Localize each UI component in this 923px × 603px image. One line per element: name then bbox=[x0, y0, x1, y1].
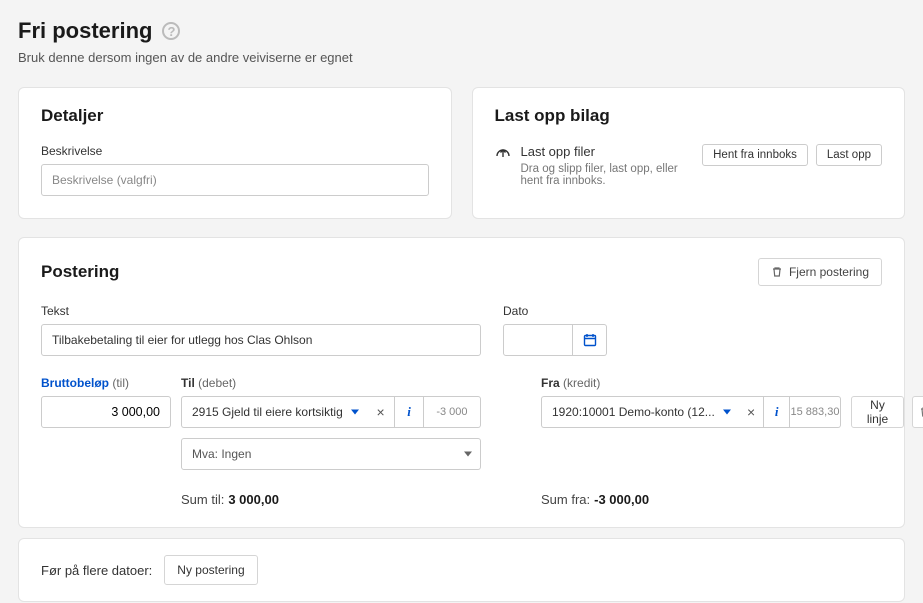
mva-select[interactable]: Mva: Ingen bbox=[181, 438, 481, 470]
til-label: Til (debet) bbox=[181, 376, 481, 390]
mva-value: Mva: Ingen bbox=[192, 447, 251, 461]
details-title: Detaljer bbox=[41, 106, 429, 126]
calendar-icon bbox=[583, 333, 597, 347]
posting-card: Postering Fjern postering Tekst Dato bbox=[18, 237, 905, 528]
til-account-combo[interactable]: 2915 Gjeld til eiere kortsiktig × i -3 0… bbox=[181, 396, 481, 428]
til-balance: -3 000 bbox=[424, 396, 481, 428]
new-line-button[interactable]: Ny linje bbox=[851, 396, 904, 428]
chevron-down-icon bbox=[351, 410, 359, 415]
upload-action-title: Last opp filer bbox=[521, 144, 691, 159]
fra-info-button[interactable]: i bbox=[764, 396, 790, 428]
til-account-value: 2915 Gjeld til eiere kortsiktig bbox=[192, 405, 343, 419]
fetch-inbox-button[interactable]: Hent fra innboks bbox=[702, 144, 808, 166]
tekst-label: Tekst bbox=[41, 304, 481, 318]
datepicker-button[interactable] bbox=[573, 324, 607, 356]
page-title-text: Fri postering bbox=[18, 18, 152, 44]
posting-title: Postering bbox=[41, 262, 119, 282]
upload-action-sub: Dra og slipp filer, last opp, eller hent… bbox=[521, 163, 691, 187]
footer-label: Før på flere datoer: bbox=[41, 563, 152, 578]
til-info-button[interactable]: i bbox=[395, 396, 424, 428]
new-posting-button[interactable]: Ny postering bbox=[164, 555, 257, 585]
til-clear-button[interactable]: × bbox=[367, 396, 396, 428]
fra-clear-button[interactable]: × bbox=[739, 396, 765, 428]
dato-input[interactable] bbox=[503, 324, 573, 356]
sum-til-label: Sum til: bbox=[181, 492, 224, 507]
upload-icon bbox=[495, 146, 511, 162]
details-card: Detaljer Beskrivelse bbox=[18, 87, 452, 219]
remove-posting-label: Fjern postering bbox=[789, 265, 869, 279]
trash-icon bbox=[919, 406, 923, 418]
page-title: Fri postering ? bbox=[18, 18, 905, 44]
dato-label: Dato bbox=[503, 304, 882, 318]
chevron-down-icon bbox=[723, 410, 731, 415]
sum-fra-value: -3 000,00 bbox=[594, 492, 649, 507]
fra-account-value: 1920:10001 Demo-konto (12... bbox=[552, 405, 715, 419]
bruttobelop-label[interactable]: Bruttobeløp (til) bbox=[41, 376, 171, 390]
amount-input[interactable] bbox=[41, 396, 171, 428]
upload-button[interactable]: Last opp bbox=[816, 144, 882, 166]
description-label: Beskrivelse bbox=[41, 144, 429, 158]
remove-posting-button[interactable]: Fjern postering bbox=[758, 258, 882, 286]
trash-icon bbox=[771, 266, 783, 278]
upload-card: Last opp bilag Last opp filer Dra og sli… bbox=[472, 87, 906, 219]
upload-title: Last opp bilag bbox=[495, 106, 883, 126]
sum-fra-label: Sum fra: bbox=[541, 492, 590, 507]
fra-balance: 15 883,30 bbox=[790, 396, 841, 428]
close-icon: × bbox=[376, 405, 384, 419]
delete-line-button[interactable] bbox=[912, 396, 923, 428]
description-input[interactable] bbox=[41, 164, 429, 196]
chevron-down-icon bbox=[464, 452, 472, 457]
fra-account-combo[interactable]: 1920:10001 Demo-konto (12... × i 15 883,… bbox=[541, 396, 841, 428]
page-subtitle: Bruk denne dersom ingen av de andre veiv… bbox=[18, 50, 905, 65]
footer-bar: Før på flere datoer: Ny postering bbox=[18, 538, 905, 602]
help-icon[interactable]: ? bbox=[162, 22, 180, 40]
fra-label: Fra (kredit) bbox=[541, 376, 841, 390]
sum-til-value: 3 000,00 bbox=[228, 492, 279, 507]
tekst-input[interactable] bbox=[41, 324, 481, 356]
close-icon: × bbox=[747, 405, 755, 419]
